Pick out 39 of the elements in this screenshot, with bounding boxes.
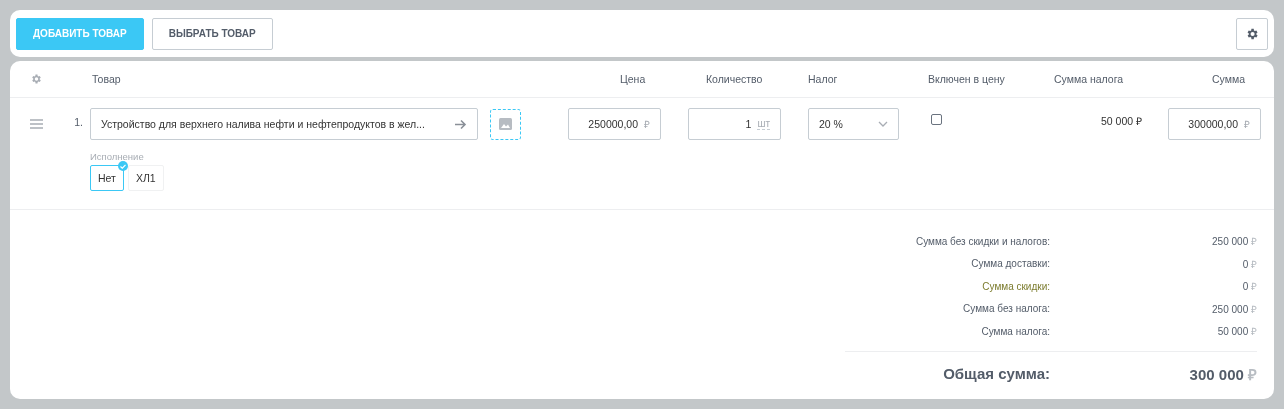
- select-product-button[interactable]: ВЫБРАТЬ ТОВАР: [151, 17, 273, 50]
- image-button[interactable]: [490, 108, 521, 140]
- column-settings-icon: [30, 73, 42, 85]
- variant-option[interactable]: ХЛ1: [127, 165, 164, 191]
- check-icon: [117, 161, 128, 171]
- chevron-down-icon: [878, 121, 888, 127]
- drag-handle-icon[interactable]: [29, 119, 43, 129]
- product-name-field[interactable]: Устройство для верхнего налива нефти и нефтепродуктов в жел...: [90, 108, 478, 140]
- total-label: Общая сумма:: [942, 365, 1050, 382]
- column-header: Товар: [92, 73, 121, 85]
- column-header: Количество: [706, 73, 763, 85]
- sum-field[interactable]: 300000,00 ₽: [1168, 108, 1261, 140]
- arrow-right-icon[interactable]: [455, 118, 467, 130]
- price-field[interactable]: 250000,00 ₽: [568, 108, 661, 140]
- summary-value: 0 ₽: [1241, 280, 1257, 294]
- column-header: Сумма налога: [1054, 73, 1124, 85]
- summary-label: Сумма без налога:: [962, 303, 1050, 315]
- summary-label: Сумма налога:: [980, 325, 1050, 337]
- tax-included-checkbox[interactable]: [931, 114, 942, 125]
- column-header: Включен в цену: [928, 73, 1005, 85]
- summary-value: 250 000 ₽: [1211, 302, 1257, 316]
- summary-label: Сумма без скидки и налогов:: [914, 235, 1050, 247]
- image-icon: [499, 118, 512, 130]
- settings-icon: [1245, 26, 1259, 41]
- summary-label: Сумма доставки:: [970, 258, 1050, 270]
- column-header: Сумма: [1212, 73, 1245, 85]
- variant-label: Исполнение: [90, 151, 144, 162]
- quantity-field[interactable]: 1 шт: [688, 108, 781, 140]
- summary-value: 0 ₽: [1241, 257, 1257, 271]
- summary-value: 250 000 ₽: [1211, 235, 1257, 249]
- tax-amount: 50 000 ₽: [1100, 114, 1142, 128]
- settings-button[interactable]: [1236, 17, 1268, 50]
- summary-value: 50 000 ₽: [1216, 325, 1257, 339]
- row-number: 1.: [74, 116, 83, 128]
- tax-select[interactable]: 20 %: [808, 108, 899, 140]
- total-value: 300 000 ₽: [1188, 364, 1257, 384]
- column-header: Налог: [808, 73, 838, 85]
- column-header: Цена: [620, 73, 646, 85]
- summary-label: Сумма скидки:: [981, 280, 1050, 292]
